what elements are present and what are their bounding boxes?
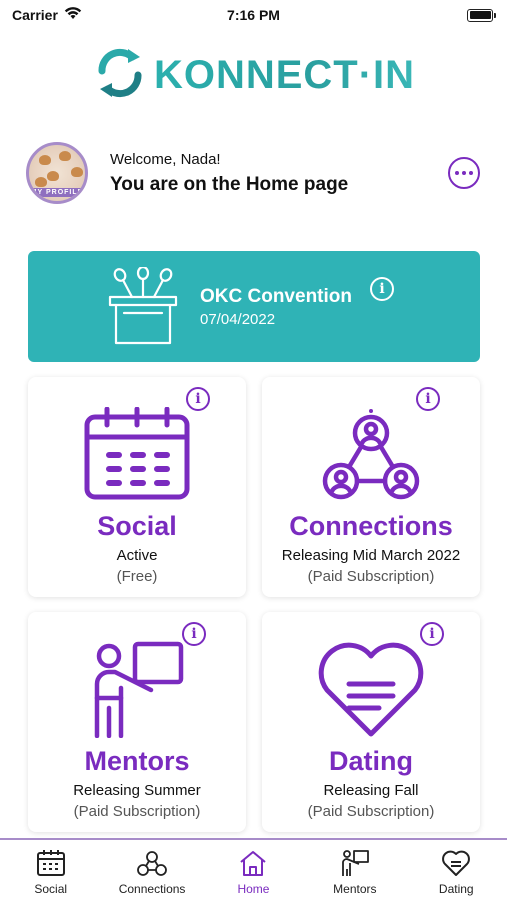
network-icon [137,848,167,878]
dating-card[interactable]: i Dating Releasing Fall (Paid Subscripti… [262,612,480,832]
mentors-status: Releasing Summer [73,782,201,799]
event-date: 07/04/2022 [200,311,276,328]
tab-dating-label: Dating [438,882,474,896]
status-left: Carrier [12,7,82,23]
home-icon [238,848,268,878]
battery-icon [467,8,496,22]
status-bar: Carrier 7:16 PM [0,0,507,30]
welcome-section: MY PROFILE Welcome, Nada! You are on the… [26,140,486,206]
page-title: You are on the Home page [110,173,349,195]
dating-status: Releasing Fall [323,782,419,799]
social-card[interactable]: i Social Active (Free) [28,377,246,597]
dating-title: Dating [329,746,413,776]
welcome-greeting: Welcome, Nada! [110,150,221,168]
connections-price: (Paid Subscription) [307,568,435,585]
connections-card[interactable]: i Connections Releasing Mid March 2022 (… [262,377,480,597]
chat-button[interactable] [448,157,480,189]
podium-icon [106,265,180,352]
mentors-card[interactable]: i Mentors Releasing Summer (Paid Subscri… [28,612,246,832]
tab-home[interactable]: Home [203,848,303,896]
calendar-icon [36,848,66,878]
mentors-price: (Paid Subscription) [73,803,201,820]
wifi-icon [64,7,82,23]
tab-social-label: Social [34,882,68,896]
tab-home-label: Home [237,882,270,896]
tab-connections-label: Connections [118,882,186,896]
heart-icon [262,640,480,738]
logo-arrows-icon [92,45,148,106]
connections-status: Releasing Mid March 2022 [281,547,461,564]
tab-connections[interactable]: Connections [102,848,202,896]
event-info-button[interactable]: i [370,277,394,301]
teacher-icon [28,638,246,738]
calendar-icon [28,407,246,501]
logo-text: KONNECT·IN [153,52,416,97]
tab-mentors-label: Mentors [333,882,377,896]
mentors-title: Mentors [84,746,190,776]
chat-dot-icon [462,171,466,175]
dating-price: (Paid Subscription) [307,803,435,820]
event-title: OKC Convention [200,286,352,307]
event-banner[interactable]: OKC Convention 07/04/2022 i [28,251,480,362]
welcome-texts: Welcome, Nada! You are on the Home page [110,151,448,196]
tab-social[interactable]: Social [1,848,101,896]
heart-icon [441,848,471,878]
social-title: Social [97,511,177,541]
social-status: Active [116,547,158,564]
chat-dot-icon [469,171,473,175]
carrier-label: Carrier [12,7,58,23]
teacher-icon [340,848,370,878]
avatar-badge: MY PROFILE [29,188,85,197]
tab-dating[interactable]: Dating [406,848,506,896]
chat-dot-icon [455,171,459,175]
app-logo: KONNECT·IN [0,44,507,106]
tab-mentors[interactable]: Mentors [305,848,405,896]
network-icon [262,405,480,505]
avatar[interactable]: MY PROFILE [26,142,88,204]
tab-bar: Social Connections Home Mentors Dating [0,838,507,900]
social-price: (Free) [116,568,158,585]
connections-title: Connections [289,511,453,541]
